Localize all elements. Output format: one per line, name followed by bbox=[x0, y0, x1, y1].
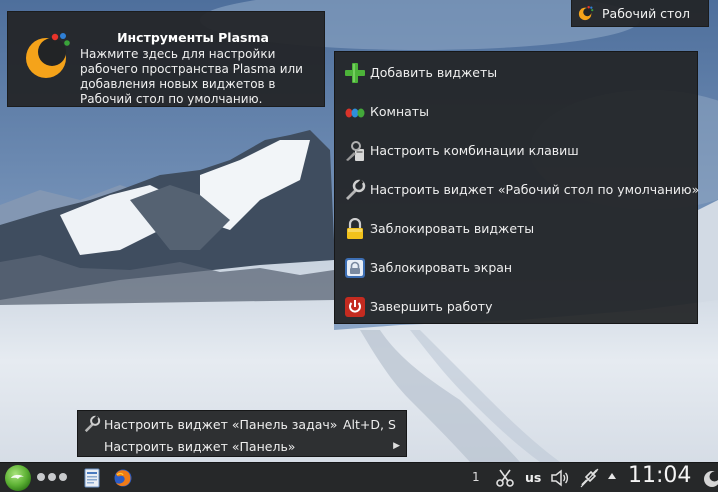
panel-toolbox-icon[interactable] bbox=[702, 467, 718, 489]
virtual-desktop-pager[interactable] bbox=[37, 473, 67, 481]
wrench-icon bbox=[82, 414, 102, 434]
clipboard-icon[interactable] bbox=[495, 468, 515, 488]
tray-expand-arrow-icon[interactable] bbox=[608, 473, 616, 479]
pager-dot[interactable] bbox=[59, 473, 67, 481]
digital-clock[interactable]: 11:04 bbox=[628, 463, 691, 488]
submenu-arrow-icon: ▶ bbox=[393, 441, 400, 451]
notification-count[interactable]: 1 bbox=[472, 470, 480, 484]
plasma-logo-icon bbox=[578, 5, 594, 21]
menu-item-lock-screen[interactable]: Заблокировать экран bbox=[335, 248, 697, 287]
menu-item-lock-widgets[interactable]: Заблокировать виджеты bbox=[335, 209, 697, 248]
firefox-icon[interactable] bbox=[113, 468, 133, 488]
application-launcher-button[interactable] bbox=[2, 464, 34, 492]
plasma-logo-icon bbox=[20, 28, 74, 82]
menu-item-configure-panel[interactable]: Настроить виджет «Панель» ▶ bbox=[78, 435, 406, 457]
opensuse-logo-icon bbox=[5, 465, 31, 491]
desktop-context-menu: Добавить виджеты Комнаты Настроить комби… bbox=[334, 51, 699, 326]
wrench-icon bbox=[344, 178, 366, 201]
volume-icon[interactable] bbox=[550, 468, 570, 488]
power-icon bbox=[344, 296, 366, 318]
plus-icon bbox=[344, 62, 366, 84]
activities-icon bbox=[344, 101, 366, 123]
plasma-toolbox-tooltip: Инструменты Plasma Нажмите здесь для нас… bbox=[7, 11, 325, 107]
tooltip-title: Инструменты Plasma bbox=[117, 30, 269, 45]
lock-screen-icon bbox=[344, 257, 366, 279]
menu-item-add-widgets[interactable]: Добавить виджеты bbox=[335, 53, 697, 92]
desktop-label-text: Рабочий стол bbox=[602, 5, 690, 21]
menu-item-configure-task-manager[interactable]: Настроить виджет «Панель задач» Alt+D, S bbox=[78, 413, 406, 435]
keyboard-layout-indicator[interactable]: us bbox=[525, 470, 541, 485]
network-disconnected-icon[interactable] bbox=[578, 467, 600, 489]
taskbar-panel: 1 us 11:04 bbox=[0, 462, 718, 492]
task-document-icon[interactable] bbox=[84, 468, 100, 488]
menu-item-activities[interactable]: Комнаты bbox=[335, 92, 697, 131]
shortcut-label: Alt+D, S bbox=[343, 416, 396, 432]
pager-dot[interactable] bbox=[48, 473, 56, 481]
shortcuts-icon bbox=[344, 140, 366, 162]
menu-item-shutdown[interactable]: Завершить работу bbox=[335, 287, 697, 326]
panel-context-menu: Настроить виджет «Панель задач» Alt+D, S… bbox=[77, 410, 407, 457]
pager-dot[interactable] bbox=[37, 473, 45, 481]
menu-item-configure-shortcuts[interactable]: Настроить комбинации клавиш bbox=[335, 131, 697, 170]
menu-item-configure-desktop[interactable]: Настроить виджет «Рабочий стол по умолча… bbox=[335, 170, 699, 209]
tooltip-description: Нажмите здесь для настройки рабочего про… bbox=[80, 47, 303, 106]
lock-icon bbox=[344, 217, 366, 240]
desktop-containment-label[interactable]: Рабочий стол bbox=[571, 0, 709, 27]
